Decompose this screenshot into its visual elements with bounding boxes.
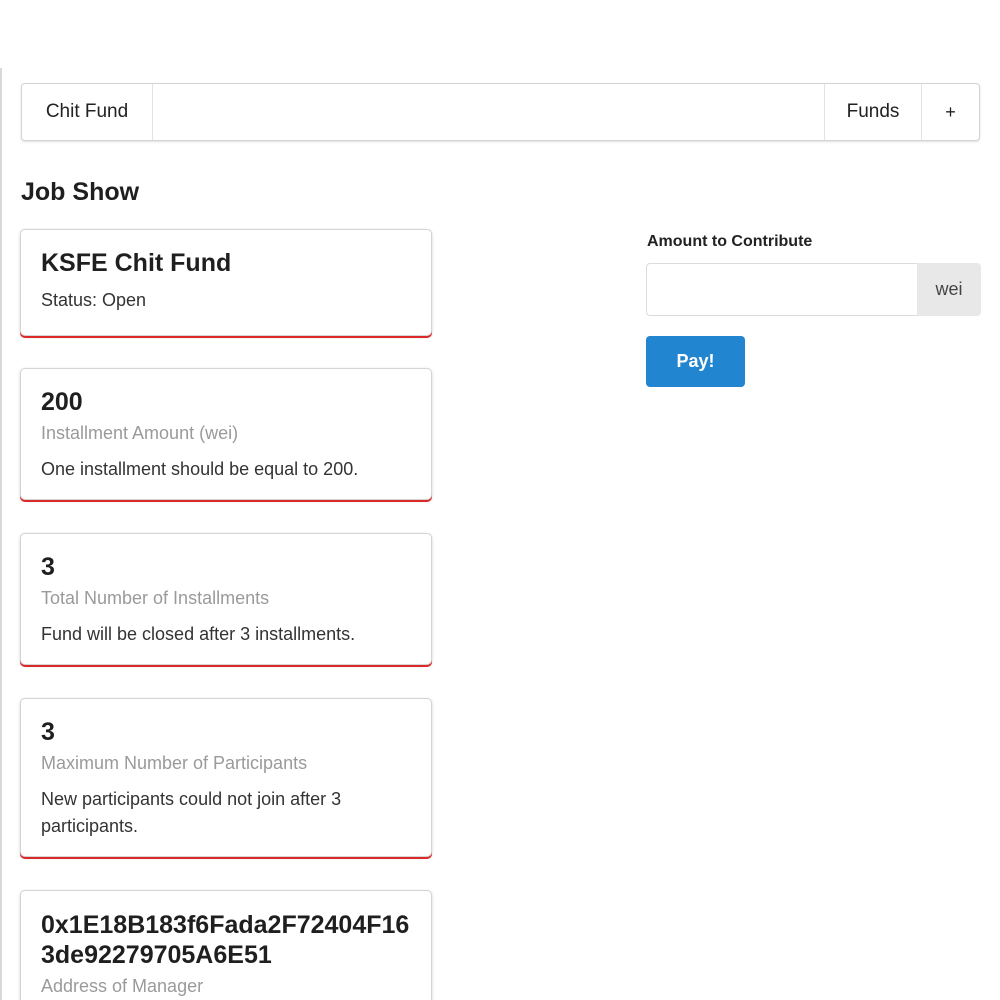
menu-brand-link[interactable]: Chit Fund xyxy=(22,84,153,140)
page-title: Job Show xyxy=(21,178,140,206)
card-meta: Total Number of Installments xyxy=(41,588,270,608)
amount-input-group: wei xyxy=(646,263,981,316)
menu-funds-link[interactable]: Funds xyxy=(824,84,921,140)
manager-address-card: 0x1E18B183f6Fada2F72404F163de92279705A6E… xyxy=(20,890,432,1000)
amount-label: Amount to Contribute xyxy=(647,233,813,250)
total-installments-card: 3 Total Number of Installments Fund will… xyxy=(20,533,432,665)
card-description: Fund will be closed after 3 installments… xyxy=(41,624,356,644)
card-meta: Installment Amount (wei) xyxy=(41,423,239,443)
card-description: New participants could not join after 3 … xyxy=(41,789,342,836)
card-meta: Maximum Number of Participants xyxy=(41,753,308,773)
fund-status: Status: Open xyxy=(41,290,147,310)
card-header: 3 xyxy=(41,553,55,581)
card-header: 3 xyxy=(41,718,55,746)
card-description: One installment should be equal to 200. xyxy=(41,459,359,479)
card-header: 200 xyxy=(41,388,83,416)
pay-button[interactable]: Pay! xyxy=(646,336,745,387)
card-meta: Address of Manager xyxy=(41,976,204,996)
top-menu: Chit Fund Funds + xyxy=(21,83,980,141)
max-participants-card: 3 Maximum Number of Participants New par… xyxy=(20,698,432,857)
left-divider xyxy=(0,68,2,1000)
fund-name-card: KSFE Chit Fund Status: Open xyxy=(20,229,432,336)
card-header: 0x1E18B183f6Fada2F72404F163de92279705A6E… xyxy=(41,911,410,969)
unit-label: wei xyxy=(917,263,981,316)
page: Chit Fund Funds + Job Show KSFE Chit Fun… xyxy=(0,0,1000,1000)
menu-add-button[interactable]: + xyxy=(921,84,979,140)
fund-name: KSFE Chit Fund xyxy=(41,249,232,277)
amount-input[interactable] xyxy=(646,263,917,316)
installment-amount-card: 200 Installment Amount (wei) One install… xyxy=(20,368,432,500)
menu-spacer xyxy=(153,84,824,140)
